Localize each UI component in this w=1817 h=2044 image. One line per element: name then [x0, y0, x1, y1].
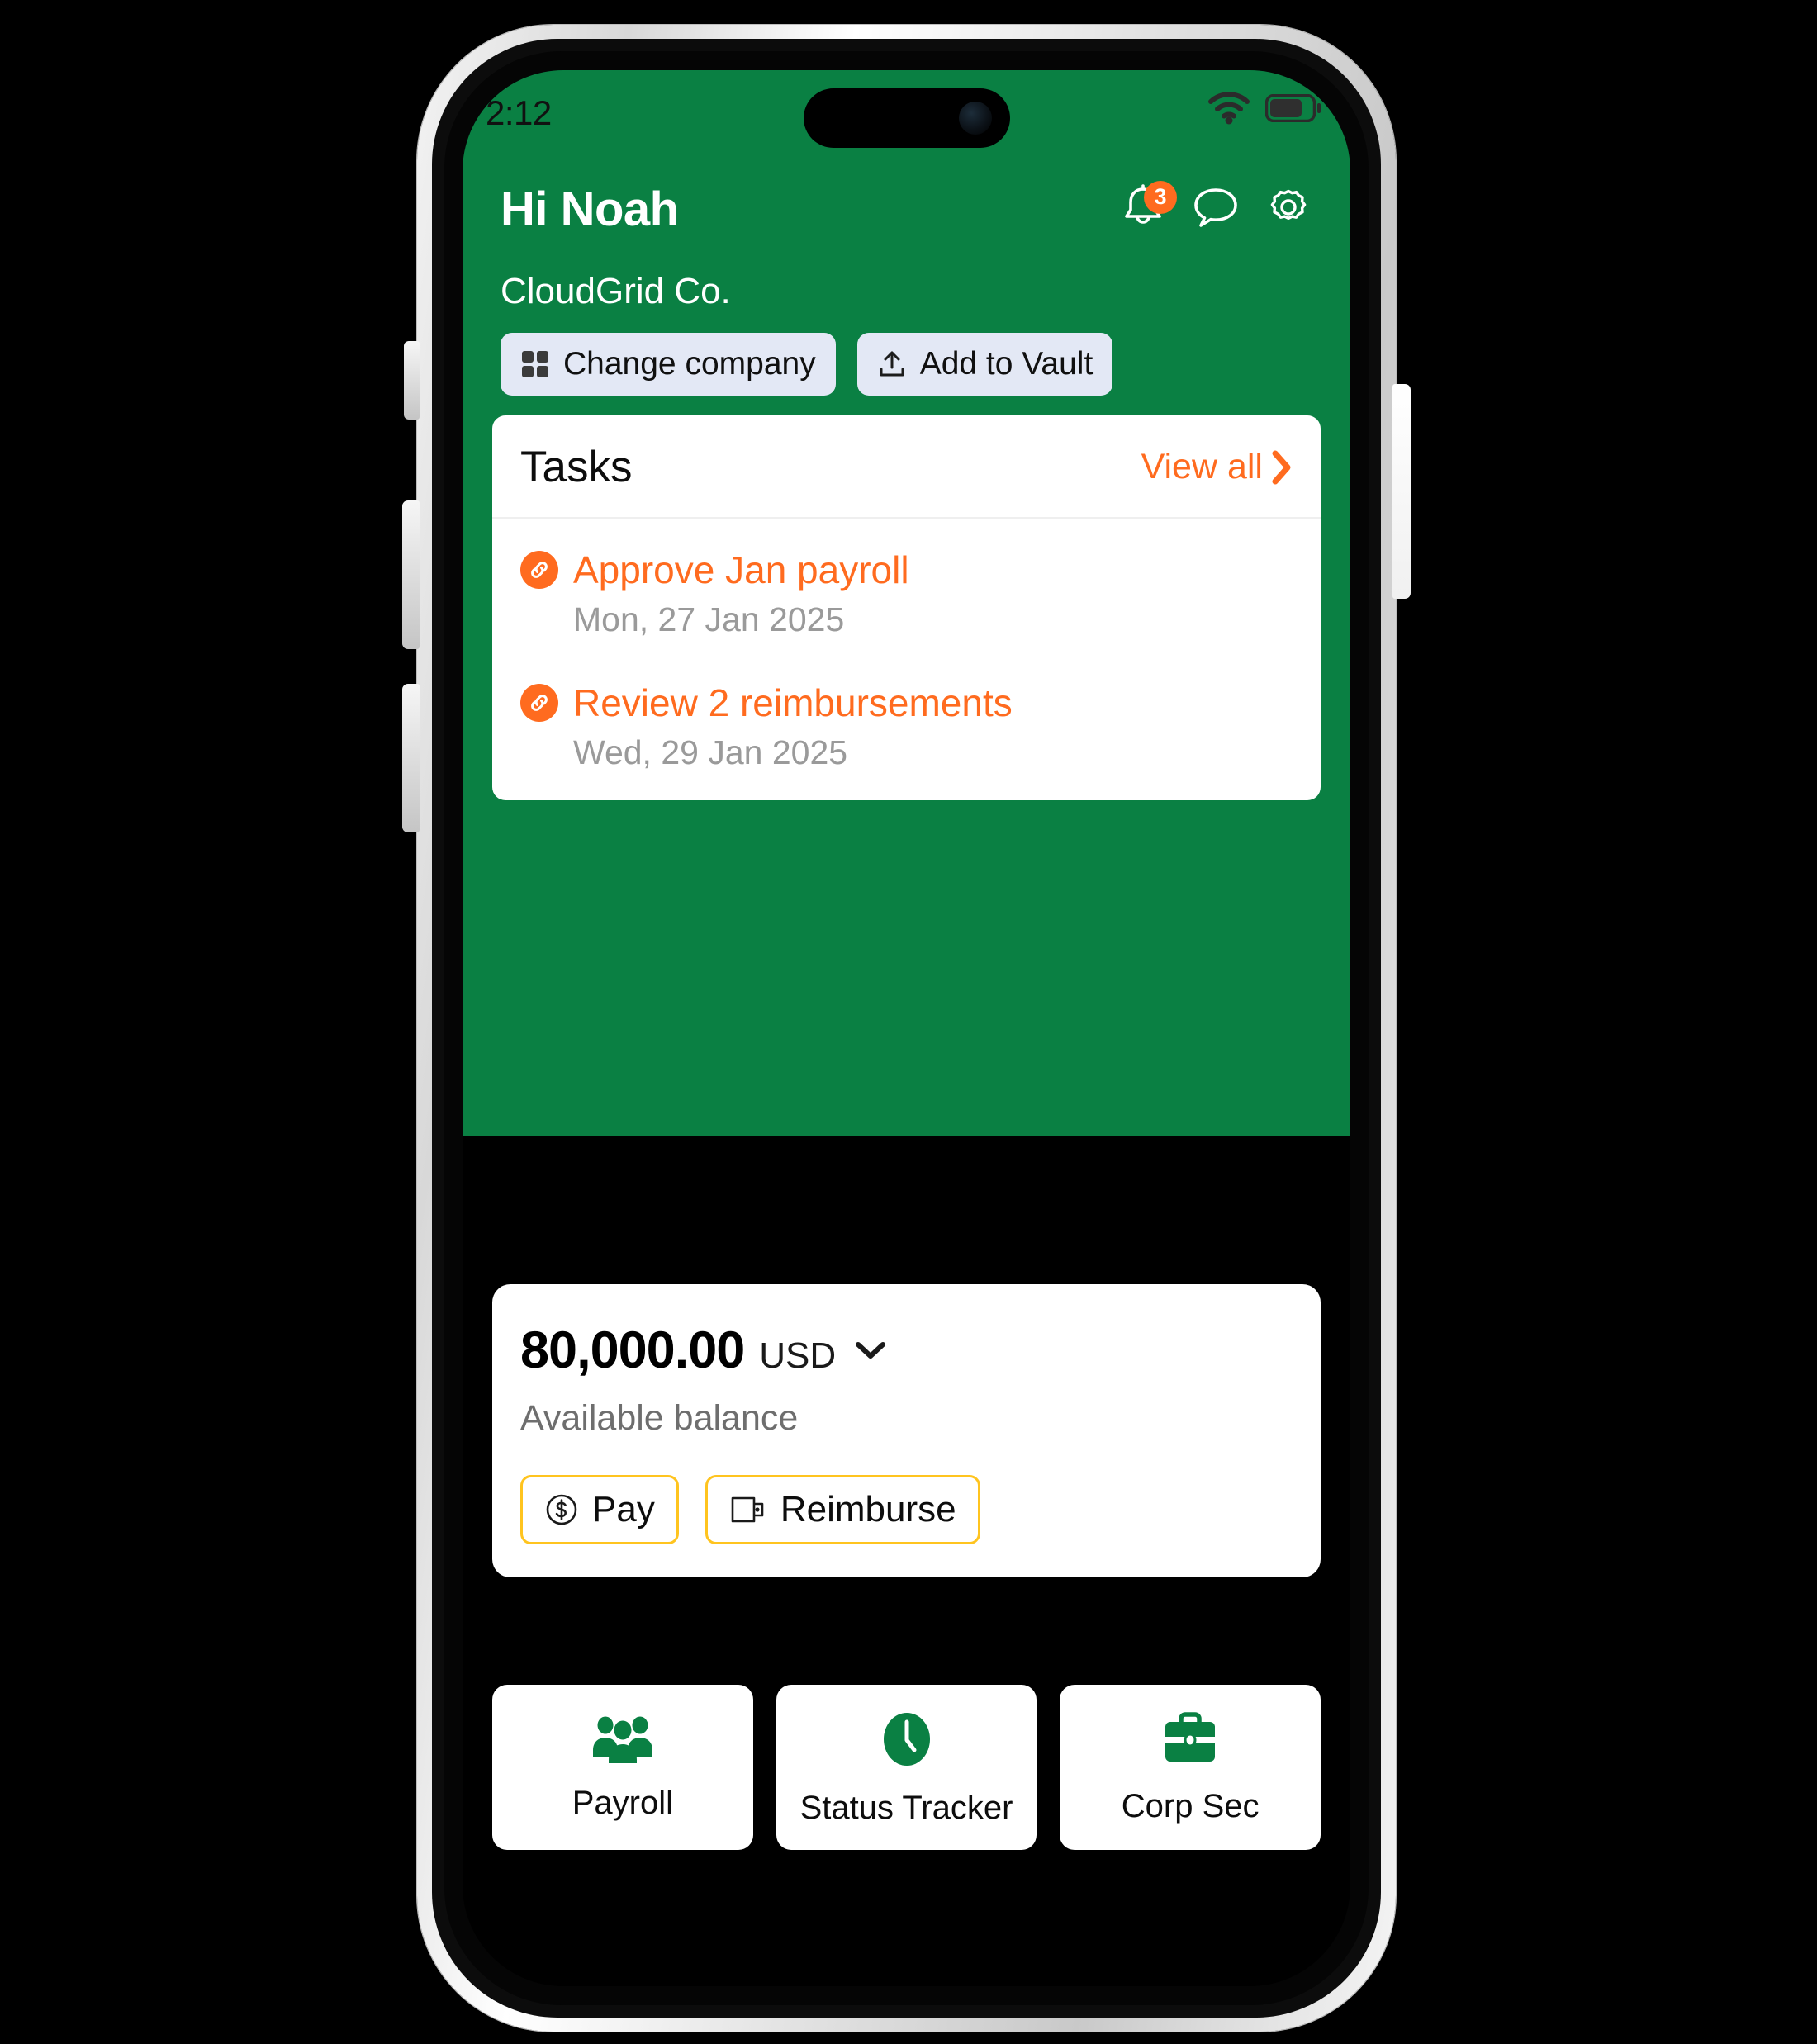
mute-switch-button[interactable]	[404, 341, 420, 420]
balance-card: 80,000.00 USD Available balance Pay Reim…	[492, 1284, 1321, 1577]
task-name: Approve Jan payroll	[573, 548, 909, 591]
notifications-button[interactable]: 3	[1119, 180, 1177, 234]
wifi-icon	[1207, 92, 1250, 125]
status-bar-indicators	[1207, 92, 1321, 125]
chevron-right-icon	[1271, 450, 1293, 485]
company-name: CloudGrid Co.	[501, 271, 731, 311]
page-title: Hi Noah	[501, 183, 679, 236]
balance-amount-row[interactable]: 80,000.00 USD	[520, 1321, 1293, 1380]
volume-up-button[interactable]	[402, 500, 420, 649]
balance-label: Available balance	[520, 1398, 799, 1438]
messages-button[interactable]	[1192, 186, 1240, 234]
task-row: Approve Jan payroll	[520, 548, 1293, 592]
link-icon	[520, 684, 558, 722]
tile-corp-sec-label: Corp Sec	[1121, 1787, 1260, 1824]
tasks-list: Approve Jan payroll Mon, 27 Jan 2025 Rev…	[492, 519, 1321, 800]
status-bar-clock: 2:12	[486, 93, 552, 132]
tile-status-tracker[interactable]: Status Tracker	[776, 1685, 1037, 1850]
upload-icon	[877, 349, 907, 379]
notification-count-badge: 3	[1144, 180, 1177, 214]
balance-currency: USD	[759, 1335, 837, 1376]
clock-icon	[878, 1709, 936, 1770]
balance-amount: 80,000.00	[520, 1321, 745, 1379]
quick-action-tiles: Payroll Status Tracker Corp Sec	[492, 1685, 1321, 1850]
people-group-icon	[591, 1714, 655, 1765]
header-action-icons: 3	[1119, 180, 1312, 234]
gear-icon	[1265, 184, 1312, 235]
tasks-card: Tasks View all Approve Jan payroll Mon, …	[492, 415, 1321, 800]
reimburse-label: Reimburse	[780, 1489, 956, 1529]
briefcase-icon	[1159, 1710, 1222, 1768]
tasks-title: Tasks	[520, 443, 633, 491]
battery-icon	[1265, 94, 1321, 122]
pay-label: Pay	[592, 1489, 655, 1529]
tile-payroll-label: Payroll	[572, 1784, 673, 1821]
list-item[interactable]: Approve Jan payroll Mon, 27 Jan 2025	[520, 538, 1293, 639]
dollar-circle-icon	[544, 1492, 579, 1527]
app-header: 2:12 Hi Noah 3 CloudGrid Co. Change comp…	[463, 70, 1350, 1136]
balance-actions: Pay Reimburse	[520, 1475, 1293, 1544]
link-icon	[520, 551, 558, 589]
tasks-card-header: Tasks View all	[492, 415, 1321, 519]
pay-button[interactable]: Pay	[520, 1475, 679, 1544]
task-row: Review 2 reimbursements	[520, 681, 1293, 725]
settings-button[interactable]	[1264, 186, 1312, 234]
tile-payroll[interactable]: Payroll	[492, 1685, 753, 1850]
task-name: Review 2 reimbursements	[573, 681, 1013, 724]
chevron-down-icon[interactable]	[854, 1340, 887, 1361]
add-to-vault-label: Add to Vault	[919, 346, 1094, 382]
reimburse-button[interactable]: Reimburse	[705, 1475, 980, 1544]
tile-status-tracker-label: Status Tracker	[799, 1789, 1013, 1826]
chat-bubble-icon	[1193, 186, 1239, 233]
dynamic-island	[803, 88, 1010, 148]
screenshot-root: 2:12 Hi Noah 3 CloudGrid Co. Change comp…	[0, 0, 1817, 2044]
header-chip-row: Change company Add to Vault	[501, 333, 1113, 396]
power-button[interactable]	[1392, 384, 1411, 599]
greeting-row: Hi Noah 3	[463, 180, 1350, 237]
change-company-button[interactable]: Change company	[501, 333, 836, 396]
volume-down-button[interactable]	[402, 684, 420, 832]
grid-icon	[520, 349, 550, 379]
list-item[interactable]: Review 2 reimbursements Wed, 29 Jan 2025	[520, 671, 1293, 772]
tile-corp-sec[interactable]: Corp Sec	[1060, 1685, 1321, 1850]
status-bar: 2:12	[463, 70, 1350, 161]
view-all-tasks-link[interactable]: View all	[1141, 447, 1293, 487]
task-date: Wed, 29 Jan 2025	[573, 733, 848, 771]
front-camera-lens	[958, 102, 992, 135]
wallet-icon	[729, 1493, 767, 1526]
change-company-label: Change company	[563, 346, 816, 382]
view-all-label: View all	[1141, 447, 1263, 486]
task-date: Mon, 27 Jan 2025	[573, 600, 845, 638]
phone-screen: 2:12 Hi Noah 3 CloudGrid Co. Change comp…	[463, 70, 1350, 1986]
add-to-vault-button[interactable]: Add to Vault	[856, 333, 1113, 396]
